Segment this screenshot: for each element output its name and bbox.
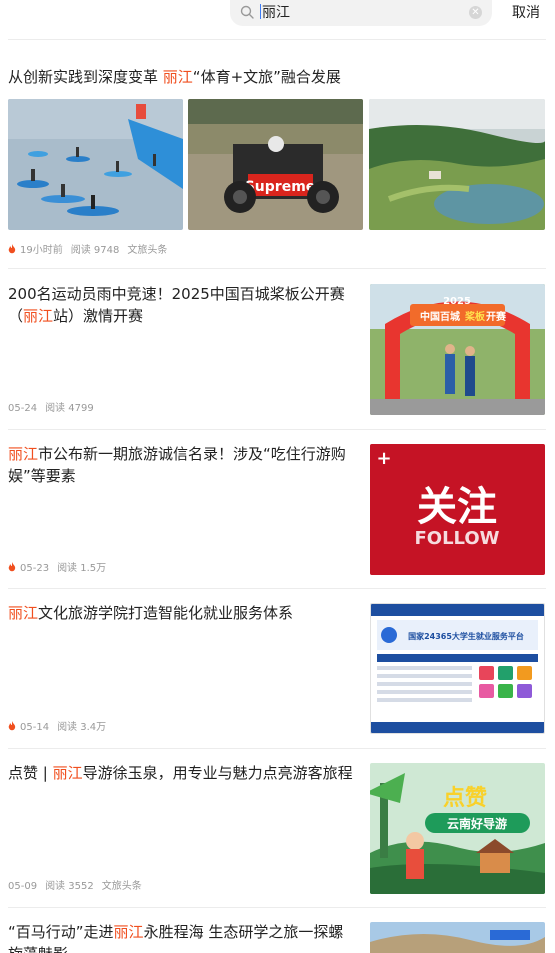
publish-time: 05-24 xyxy=(8,403,38,414)
fire-icon xyxy=(8,562,16,572)
fire-icon xyxy=(8,721,16,731)
title-highlight: 丽江 xyxy=(8,604,39,622)
news-title[interactable]: 200名运动员雨中竞速！2025中国百城桨板公开赛（丽江站）激情开赛 xyxy=(8,283,358,327)
news-title[interactable]: 丽江文化旅游学院打造智能化就业服务体系 xyxy=(8,602,358,624)
read-count: 阅读 1.5万 xyxy=(57,563,107,574)
fire-icon xyxy=(8,244,16,254)
news-item[interactable]: 丽江文化旅游学院打造智能化就业服务体系 05-14 阅读 3.4万 国家24365… xyxy=(8,602,546,734)
news-title[interactable]: 点赞 | 丽江导游徐玉泉，用专业与魅力点亮游客旅程 xyxy=(8,762,358,784)
news-image[interactable] xyxy=(370,922,545,953)
news-source[interactable]: 文旅头条 xyxy=(127,245,167,256)
publish-time: 05-14 xyxy=(20,722,50,733)
divider xyxy=(8,39,546,40)
image-text: 关注 xyxy=(417,484,497,530)
image-text: 开赛 xyxy=(486,310,507,323)
title-text: 站）激情开赛 xyxy=(53,307,144,325)
news-meta: 19小时前 阅读 9748 文旅头条 xyxy=(8,244,175,257)
publish-time: 05-23 xyxy=(20,563,50,574)
news-title[interactable]: “百马行动”走进丽江永胜程海 生态研学之旅一探螺旋藻魅影 xyxy=(8,921,358,953)
search-query-value: 丽江 xyxy=(262,5,290,21)
title-highlight: 丽江 xyxy=(52,764,83,782)
news-image[interactable]: 2025 中国百城 桨板 开赛 xyxy=(370,284,545,415)
search-icon xyxy=(240,5,254,19)
title-highlight: 丽江 xyxy=(8,445,39,463)
title-text: 点赞 | xyxy=(8,764,53,782)
news-image[interactable] xyxy=(8,99,183,230)
title-text: 文化旅游学院打造智能化就业服务体系 xyxy=(38,604,294,622)
divider xyxy=(8,588,546,589)
title-highlight: 丽江 xyxy=(23,307,54,325)
image-text: 桨板 xyxy=(464,310,486,323)
publish-time: 19小时前 xyxy=(20,245,63,256)
image-text: 2025 xyxy=(443,296,471,307)
divider xyxy=(8,748,546,749)
text-caret xyxy=(260,4,261,19)
news-title[interactable]: 从创新实践到深度变革 丽江“体育+文旅”融合发展 xyxy=(8,66,546,88)
search-input[interactable]: 丽江 ✕ xyxy=(230,0,492,26)
title-text: 从创新实践到深度变革 xyxy=(8,68,163,86)
title-text: “体育+文旅”融合发展 xyxy=(192,68,341,86)
title-highlight: 丽江 xyxy=(113,923,144,941)
image-text: 国家24365大学生就业服务平台 xyxy=(408,631,524,641)
read-count: 阅读 3.4万 xyxy=(57,722,107,733)
image-text: 中国百城 xyxy=(420,310,460,323)
divider xyxy=(8,268,546,269)
news-meta: 05-14 阅读 3.4万 xyxy=(8,721,114,734)
title-text: “百马行动”走进 xyxy=(8,923,114,941)
news-image[interactable]: 点赞 云南好导游 xyxy=(370,763,545,894)
news-meta: 05-23 阅读 1.5万 xyxy=(8,562,114,575)
news-image[interactable]: Supreme xyxy=(188,99,363,230)
news-source[interactable]: 文旅头条 xyxy=(102,881,142,892)
news-title[interactable]: 丽江市公布新一期旅游诚信名录！涉及“吃住行游购娱”等要素 xyxy=(8,443,358,487)
news-image[interactable]: 国家24365大学生就业服务平台 xyxy=(370,603,545,734)
divider xyxy=(8,429,546,430)
news-item[interactable]: 200名运动员雨中竞速！2025中国百城桨板公开赛（丽江站）激情开赛 05-24… xyxy=(8,283,546,415)
title-text: 市公布新一期旅游诚信名录！涉及“吃住行游购娱”等要素 xyxy=(8,445,346,485)
title-text: 导游徐玉泉，用专业与魅力点亮游客旅程 xyxy=(82,764,353,782)
news-item[interactable]: 点赞 | 丽江导游徐玉泉，用专业与魅力点亮游客旅程 05-09 阅读 3552 文旅… xyxy=(8,762,546,894)
read-count: 阅读 9748 xyxy=(70,245,120,256)
publish-time: 05-09 xyxy=(8,881,38,892)
news-image[interactable] xyxy=(369,99,545,230)
news-item[interactable]: “百马行动”走进丽江永胜程海 生态研学之旅一探螺旋藻魅影 xyxy=(8,921,546,953)
divider xyxy=(8,907,546,908)
read-count: 阅读 4799 xyxy=(45,403,94,414)
plus-icon: + xyxy=(376,448,391,469)
search-query-text[interactable]: 丽江 xyxy=(260,4,290,22)
image-text: 点赞 xyxy=(443,785,487,811)
news-meta: 05-24 阅读 4799 xyxy=(8,403,102,415)
news-meta: 05-09 阅读 3552 文旅头条 xyxy=(8,881,150,893)
news-item[interactable]: 丽江市公布新一期旅游诚信名录！涉及“吃住行游购娱”等要素 05-23 阅读 1.5… xyxy=(8,443,546,575)
image-text: FOLLOW xyxy=(414,528,499,549)
cancel-button[interactable]: 取消 xyxy=(512,4,540,22)
news-image[interactable]: + 关注 FOLLOW xyxy=(370,444,545,575)
clear-icon[interactable]: ✕ xyxy=(469,6,482,19)
news-item[interactable]: 从创新实践到深度变革 丽江“体育+文旅”融合发展 Supreme 19小时前 阅… xyxy=(8,66,546,266)
title-highlight: 丽江 xyxy=(162,68,193,86)
search-header: 丽江 ✕ 取消 xyxy=(0,0,555,30)
image-text: 云南好导游 xyxy=(447,816,507,831)
read-count: 阅读 3552 xyxy=(45,881,94,892)
